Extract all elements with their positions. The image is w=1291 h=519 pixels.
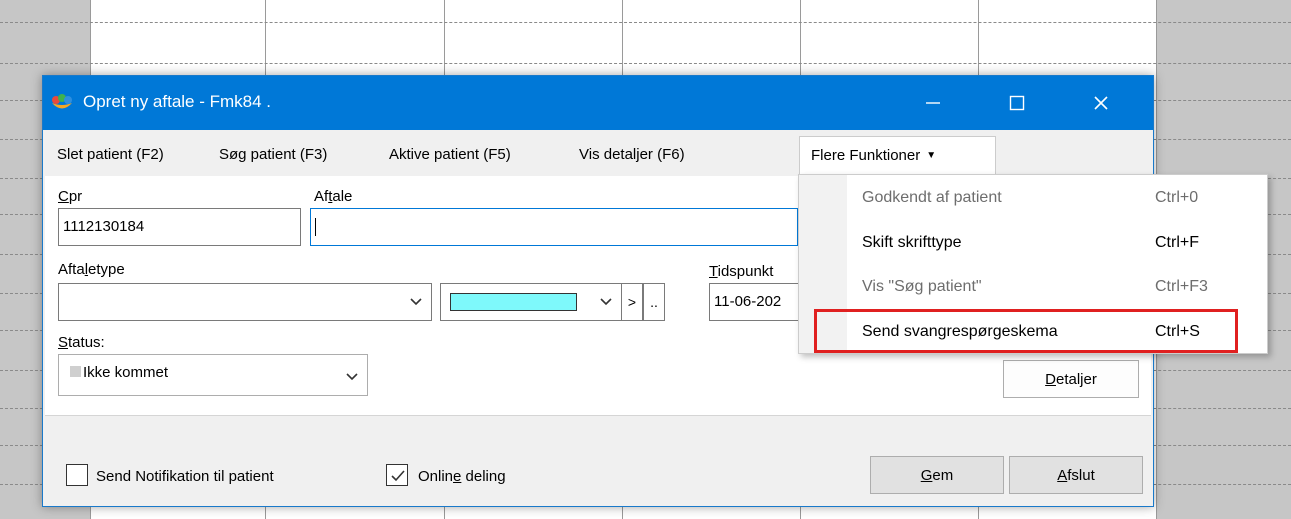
aftale-label: Aftale — [314, 188, 353, 205]
chevron-down-icon — [410, 298, 422, 306]
calendar-slot-line — [0, 22, 1291, 23]
online-sharing-checkbox[interactable] — [386, 464, 408, 486]
color-select[interactable] — [440, 283, 622, 321]
highlight-annotation — [814, 309, 1238, 353]
send-notification-label: Send Notifikation til patient — [96, 468, 274, 485]
aftaletype-select[interactable] — [58, 283, 432, 321]
status-select[interactable]: Ikke kommet — [58, 354, 368, 396]
maximize-icon — [1009, 95, 1025, 111]
menu-search-patient[interactable]: Søg patient (F3) — [219, 146, 327, 163]
menu-item-change-font[interactable]: Skift skrifttype Ctrl+F — [799, 222, 1267, 266]
color-swatch — [450, 293, 577, 311]
online-sharing-label: Online deling — [418, 468, 506, 485]
maximize-button[interactable] — [987, 76, 1047, 130]
next-color-button[interactable]: > — [621, 283, 643, 321]
aftaletype-label: Aftaletype — [58, 261, 125, 278]
dialog-menubar: Slet patient (F2) Søg patient (F3) Aktiv… — [43, 130, 1153, 176]
tidspunkt-input[interactable]: 11-06-202 — [709, 283, 801, 321]
status-select-value: Ikke kommet — [83, 364, 169, 381]
close-window-button[interactable] — [1071, 76, 1131, 130]
more-color-button[interactable]: .. — [643, 283, 665, 321]
caret-down-icon: ▼ — [926, 150, 937, 161]
text-cursor — [315, 218, 316, 237]
save-button[interactable]: Gem — [870, 456, 1004, 494]
minimize-button[interactable] — [903, 76, 963, 130]
minimize-icon — [926, 102, 940, 104]
chevron-down-icon — [346, 373, 358, 381]
close-icon — [1094, 96, 1108, 110]
dialog-titlebar[interactable]: Opret ny aftale - Fmk84 . — [43, 76, 1153, 130]
status-color-indicator — [70, 366, 81, 377]
cpr-label: Cpr — [58, 188, 83, 205]
send-notification-checkbox[interactable] — [66, 464, 88, 486]
close-dialog-button[interactable]: Afslut — [1009, 456, 1143, 494]
menu-show-details[interactable]: Vis detaljer (F6) — [579, 146, 685, 163]
calendar-slot-line — [0, 63, 1291, 64]
details-button[interactable]: Detaljer — [1003, 360, 1139, 398]
app-logo-icon — [52, 94, 72, 109]
menu-delete-patient[interactable]: Slet patient (F2) — [57, 146, 164, 163]
menu-more-functions[interactable]: Flere Funktioner ▼ — [799, 136, 996, 176]
tidspunkt-label: Tidspunkt — [709, 263, 774, 280]
menu-item-show-search-patient[interactable]: Vis "Søg patient" Ctrl+F3 — [799, 266, 1267, 310]
checkmark-icon — [391, 470, 405, 482]
cpr-input[interactable]: 1112130184 — [58, 208, 301, 246]
chevron-down-icon — [600, 298, 612, 306]
dialog-title: Opret ny aftale - Fmk84 . — [83, 92, 272, 111]
aftale-input[interactable] — [310, 208, 798, 246]
menu-more-functions-label: Flere Funktioner — [811, 147, 921, 164]
menu-active-patient[interactable]: Aktive patient (F5) — [389, 146, 511, 163]
status-label: Status: — [58, 334, 105, 351]
menu-item-approved-by-patient[interactable]: Godkendt af patient Ctrl+0 — [799, 177, 1267, 221]
